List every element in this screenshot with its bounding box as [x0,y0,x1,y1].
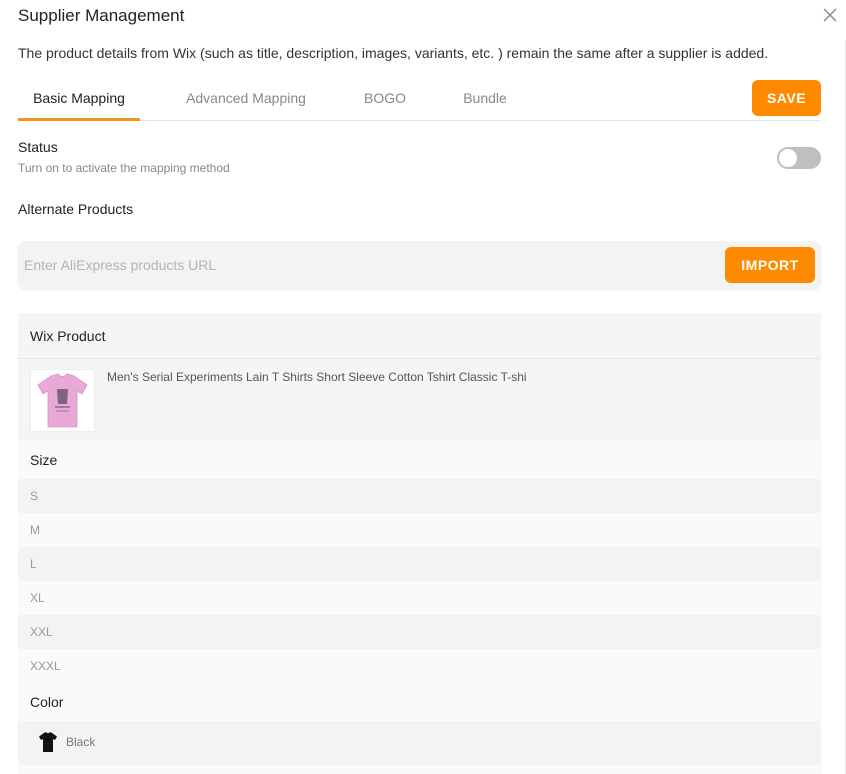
wix-product-header: Wix Product [18,313,821,359]
modal-subtitle: The product details from Wix (such as ti… [18,45,769,61]
toggle-knob [779,149,797,167]
save-button[interactable]: SAVE [752,80,821,116]
size-option: XXL [18,615,821,649]
product-row: Men's Serial Experiments Lain T Shirts S… [18,359,821,441]
size-option: XXXL [18,649,821,683]
modal-title: Supplier Management [18,6,185,25]
wix-product-table: Wix Product Men's Serial Experiments Lai… [18,313,821,774]
import-button[interactable]: IMPORT [725,247,815,283]
size-option: XL [18,581,821,615]
alternate-products-title: Alternate Products [18,201,134,217]
import-bar: IMPORT [18,241,821,289]
supplier-management-modal: Supplier Management The product details … [0,0,846,774]
size-option: M [18,513,821,547]
size-option: S [18,479,821,513]
tab-advanced-mapping[interactable]: Advanced Mapping [174,80,318,120]
tab-basic-mapping[interactable]: Basic Mapping [18,80,140,121]
color-option: Black [18,721,821,765]
aliexpress-url-input[interactable] [18,241,718,289]
color-header: Color [18,683,821,721]
status-description: Turn on to activate the mapping method [18,161,230,175]
tshirt-pink-icon [30,369,95,432]
tab-bundle[interactable]: Bundle [450,80,520,120]
size-header: Size [18,441,821,479]
mapping-tabs: Basic Mapping Advanced Mapping BOGO Bund… [18,80,821,121]
size-option: L [18,547,821,581]
tab-bogo[interactable]: BOGO [354,80,416,120]
close-icon[interactable] [820,6,840,26]
status-toggle[interactable] [777,147,821,169]
tshirt-black-icon [38,731,58,753]
table-footer-spacer [18,765,821,774]
product-name: Men's Serial Experiments Lain T Shirts S… [107,370,527,384]
color-label: Black [66,735,96,749]
status-title: Status [18,139,58,155]
